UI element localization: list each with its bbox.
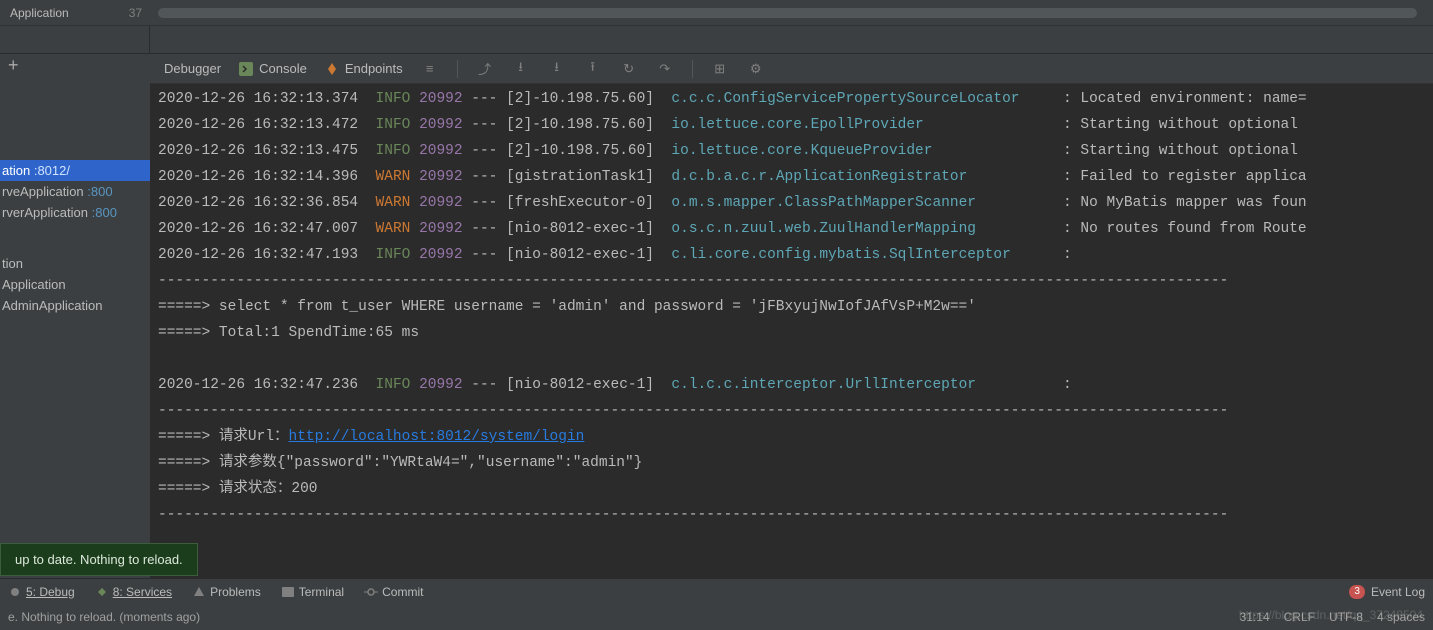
reload-toast: up to date. Nothing to reload. bbox=[0, 543, 198, 576]
commit-tool-button[interactable]: Commit bbox=[364, 585, 423, 599]
step-icon[interactable]: ↷ bbox=[656, 60, 674, 78]
toolbar-row bbox=[0, 26, 1433, 54]
run-config-item[interactable]: AdminApplication bbox=[0, 295, 150, 316]
reload-icon[interactable]: ↻ bbox=[620, 60, 638, 78]
bug-icon bbox=[8, 585, 22, 599]
tool-window-bar: 5: Debug 8: Services Problems Terminal C… bbox=[0, 578, 1433, 604]
grid-icon[interactable]: ⊞ bbox=[711, 60, 729, 78]
run-config-item[interactable]: Application bbox=[0, 274, 150, 295]
run-config-item[interactable]: tion bbox=[0, 253, 150, 274]
endpoints-tab[interactable]: Endpoints bbox=[325, 61, 403, 76]
console-output[interactable]: 2020-12-26 16:32:13.374 INFO 20992 --- [… bbox=[150, 84, 1433, 578]
menu-icon[interactable]: ≡ bbox=[421, 60, 439, 78]
console-icon bbox=[239, 62, 253, 76]
upload-icon[interactable]: ⭱ bbox=[584, 60, 602, 78]
problems-tool-button[interactable]: Problems bbox=[192, 585, 261, 599]
run-config-name: rverApplication bbox=[2, 205, 88, 220]
horizontal-scrollbar[interactable] bbox=[158, 8, 1417, 18]
notification-badge: 3 bbox=[1349, 585, 1365, 599]
add-icon[interactable]: + bbox=[0, 54, 150, 78]
run-config-name: rveApplication bbox=[2, 184, 84, 199]
editor-tab[interactable]: Application bbox=[0, 3, 79, 23]
console-panel: Debugger Console Endpoints ≡ ⤴ ⭳ ⭳ ⭱ ↻ ↷… bbox=[150, 54, 1433, 578]
main-area: + ation :8012/ rveApplication :800 rverA… bbox=[0, 54, 1433, 578]
terminal-tool-button[interactable]: Terminal bbox=[281, 585, 344, 599]
debug-toolbar: Debugger Console Endpoints ≡ ⤴ ⭳ ⭳ ⭱ ↻ ↷… bbox=[150, 54, 1433, 84]
debug-tool-button[interactable]: 5: Debug bbox=[8, 585, 75, 599]
warning-icon bbox=[192, 585, 206, 599]
event-log-button[interactable]: 3 Event Log bbox=[1349, 585, 1425, 599]
download-icon[interactable]: ⭳ bbox=[548, 60, 566, 78]
settings-icon[interactable]: ⚙ bbox=[747, 60, 765, 78]
services-tool-button[interactable]: 8: Services bbox=[95, 585, 172, 599]
download-icon[interactable]: ⭳ bbox=[512, 60, 530, 78]
status-bar: e. Nothing to reload. (moments ago) 31:1… bbox=[0, 604, 1433, 630]
endpoints-icon bbox=[325, 62, 339, 76]
run-config-item[interactable]: rveApplication :800 bbox=[0, 181, 150, 202]
status-message: e. Nothing to reload. (moments ago) bbox=[8, 610, 200, 624]
services-sidebar: + ation :8012/ rveApplication :800 rverA… bbox=[0, 54, 150, 578]
run-config-port: :800 bbox=[92, 205, 117, 220]
commit-icon bbox=[364, 585, 378, 599]
editor-tab-bar: Application 37 bbox=[0, 0, 1433, 26]
debugger-tab[interactable]: Debugger bbox=[164, 61, 221, 76]
line-number: 37 bbox=[129, 6, 142, 20]
run-config-name: ation bbox=[2, 163, 30, 178]
console-tab[interactable]: Console bbox=[239, 61, 307, 76]
terminal-icon bbox=[281, 585, 295, 599]
run-config-item[interactable]: rverApplication :800 bbox=[0, 202, 150, 223]
run-config-port: :800 bbox=[87, 184, 112, 199]
run-config-port: :8012/ bbox=[34, 163, 70, 178]
watermark: https://blog.csdn.net/qq_37248504 bbox=[1239, 608, 1423, 622]
export-icon[interactable]: ⤴ bbox=[476, 60, 494, 78]
services-icon bbox=[95, 585, 109, 599]
run-config-item[interactable]: ation :8012/ bbox=[0, 160, 150, 181]
